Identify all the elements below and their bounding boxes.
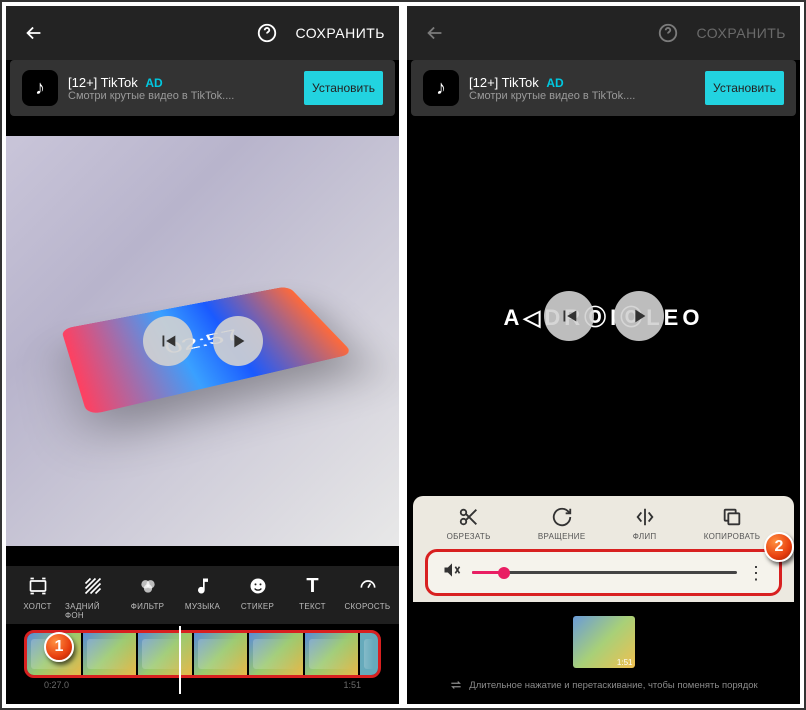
slider-thumb[interactable] <box>498 567 510 579</box>
video-preview[interactable]: 02:57 <box>6 136 399 546</box>
ad-badge: AD <box>546 76 563 90</box>
play-button[interactable] <box>213 316 263 366</box>
ad-subtitle: Смотри крутые видео в TikTok.... <box>68 90 294 102</box>
tool-label: ТЕКСТ <box>299 602 326 611</box>
ad-title: [12+] TikTok <box>469 75 539 90</box>
tool-flip[interactable]: ФЛИП <box>633 506 657 541</box>
ad-app-icon: ♪ <box>22 70 58 106</box>
timecode-start: 0:27.0 <box>44 680 69 690</box>
annotation-marker-2: 2 <box>764 532 794 562</box>
tool-label: ХОЛСТ <box>23 602 51 611</box>
text-icon: T <box>301 574 325 598</box>
phone-right: СОХРАНИТЬ ♪ [12+] TikTok AD Смотри круты… <box>407 6 800 704</box>
clip-list: 1:51 <box>407 616 800 668</box>
tool-label: МУЗЫКА <box>185 602 220 611</box>
volume-row: ⋮ <box>425 549 782 596</box>
clip-thumb[interactable]: 1:51 <box>573 616 635 668</box>
back-button[interactable] <box>421 19 449 47</box>
annotation-marker-1: 1 <box>44 632 74 662</box>
prev-button[interactable] <box>544 291 594 341</box>
ad-install-button[interactable]: Установить <box>304 71 383 105</box>
help-icon[interactable] <box>253 19 281 47</box>
ad-install-button[interactable]: Установить <box>705 71 784 105</box>
reorder-hint: Длительное нажатие и перетаскивание, что… <box>407 674 800 704</box>
timeline-thumb[interactable] <box>249 633 303 675</box>
playback-controls <box>143 316 263 366</box>
tool-filter[interactable]: ФИЛЬТР <box>120 574 175 620</box>
tool-speed[interactable]: СКОРОСТЬ <box>340 574 395 620</box>
play-button[interactable] <box>614 291 664 341</box>
save-button: СОХРАНИТЬ <box>696 25 786 41</box>
tool-music[interactable]: МУЗЫКА <box>175 574 230 620</box>
video-preview[interactable]: A◁DRⓄIⓄLEO <box>407 136 800 496</box>
tool-sticker[interactable]: СТИКЕР <box>230 574 285 620</box>
header: СОХРАНИТЬ <box>6 6 399 60</box>
save-button[interactable]: СОХРАНИТЬ <box>295 25 385 41</box>
ad-title: [12+] TikTok <box>68 75 138 90</box>
volume-slider[interactable] <box>472 571 737 574</box>
tool-trim[interactable]: ОБРЕЗАТЬ <box>447 506 491 541</box>
ad-text: [12+] TikTok AD Смотри крутые видео в Ti… <box>469 75 695 102</box>
tool-label: ОБРЕЗАТЬ <box>447 532 491 541</box>
tool-background[interactable]: ЗАДНИЙ ФОН <box>65 574 120 620</box>
timecode-end: 1:51 <box>343 680 361 690</box>
timeline-thumb[interactable] <box>360 633 378 675</box>
ad-banner[interactable]: ♪ [12+] TikTok AD Смотри крутые видео в … <box>411 60 796 116</box>
header: СОХРАНИТЬ <box>407 6 800 60</box>
ad-app-icon: ♪ <box>423 70 459 106</box>
sticker-icon <box>246 574 270 598</box>
tool-copy[interactable]: КОПИРОВАТЬ <box>704 506 761 541</box>
phone-left: СОХРАНИТЬ ♪ [12+] TikTok AD Смотри круты… <box>6 6 399 704</box>
back-button[interactable] <box>20 19 48 47</box>
filter-icon <box>136 574 160 598</box>
swap-icon <box>449 678 463 692</box>
canvas-icon <box>26 574 50 598</box>
ad-banner[interactable]: ♪ [12+] TikTok AD Смотри крутые видео в … <box>10 60 395 116</box>
tool-canvas[interactable]: ХОЛСТ <box>10 574 65 620</box>
timeline-thumb[interactable] <box>194 633 248 675</box>
speed-icon <box>356 574 380 598</box>
timeline-thumb[interactable] <box>83 633 137 675</box>
tool-label: КОПИРОВАТЬ <box>704 532 761 541</box>
ad-text: [12+] TikTok AD Смотри крутые видео в Ti… <box>68 75 294 102</box>
ad-badge: AD <box>145 76 162 90</box>
ad-subtitle: Смотри крутые видео в TikTok.... <box>469 90 695 102</box>
clip-duration: 1:51 <box>617 658 633 667</box>
timeline-thumb[interactable] <box>305 633 359 675</box>
tool-label: СКОРОСТЬ <box>344 602 390 611</box>
background-icon <box>81 574 105 598</box>
more-button[interactable]: ⋮ <box>747 564 765 582</box>
playback-controls <box>544 291 664 341</box>
clip-edit-panel: ОБРЕЗАТЬ ВРАЩЕНИЕ ФЛИП КОПИРОВАТЬ <box>413 496 794 602</box>
tool-label: ФЛИП <box>633 532 657 541</box>
timeline-thumb[interactable] <box>138 633 192 675</box>
help-icon[interactable] <box>654 19 682 47</box>
tool-label: СТИКЕР <box>241 602 274 611</box>
playhead[interactable] <box>179 626 181 694</box>
music-icon <box>191 574 215 598</box>
tool-strip: ХОЛСТ ЗАДНИЙ ФОН ФИЛЬТР МУЗЫКА СТИКЕР T … <box>6 566 399 624</box>
hint-text: Длительное нажатие и перетаскивание, что… <box>469 680 757 691</box>
tool-label: ЗАДНИЙ ФОН <box>65 602 120 620</box>
tool-rotate[interactable]: ВРАЩЕНИЕ <box>538 506 586 541</box>
tool-text[interactable]: T ТЕКСТ <box>285 574 340 620</box>
mute-icon[interactable] <box>442 560 462 585</box>
tool-label: ФИЛЬТР <box>131 602 165 611</box>
prev-button[interactable] <box>143 316 193 366</box>
edit-tools: ОБРЕЗАТЬ ВРАЩЕНИЕ ФЛИП КОПИРОВАТЬ <box>413 506 794 549</box>
tool-label: ВРАЩЕНИЕ <box>538 532 586 541</box>
